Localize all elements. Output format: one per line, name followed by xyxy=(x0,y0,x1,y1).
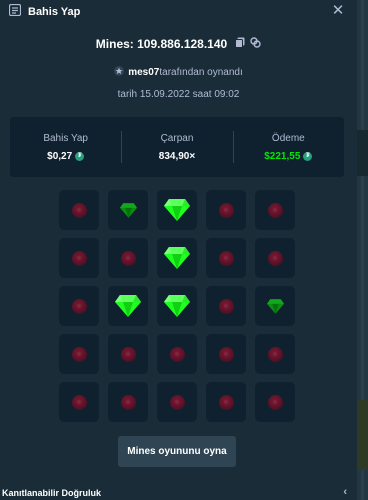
mine-icon xyxy=(71,202,87,218)
multiplier-stat: Çarpan 834,90× xyxy=(121,117,232,177)
bet-stats-panel: Bahis Yap $0,27 ₮ Çarpan 834,90× Ödeme $… xyxy=(10,117,344,177)
gem-icon xyxy=(266,298,284,314)
gem-icon xyxy=(115,295,141,317)
grid-tile xyxy=(59,238,99,278)
mine-icon xyxy=(169,394,185,410)
bet-details-modal: Bahis Yap ✕ Mines: 109.886.128.140 mes07… xyxy=(0,0,357,500)
grid-tile xyxy=(59,334,99,374)
mine-icon xyxy=(120,394,136,410)
mine-icon xyxy=(267,346,283,362)
gem-icon xyxy=(164,295,190,317)
grid-tile xyxy=(255,190,295,230)
multiplier-value: 834,90× xyxy=(158,150,196,162)
payout-label: Ödeme xyxy=(271,132,305,144)
star-icon xyxy=(114,65,125,79)
play-mines-button[interactable]: Mines oyununu oyna xyxy=(118,436,236,467)
grid-tile xyxy=(108,190,148,230)
mine-icon xyxy=(71,298,87,314)
grid-tile xyxy=(59,382,99,422)
grid-tile xyxy=(206,190,246,230)
mine-icon xyxy=(71,346,87,362)
grid-tile xyxy=(59,190,99,230)
mine-icon xyxy=(218,202,234,218)
bet-amount-value: $0,27 ₮ xyxy=(47,150,85,162)
grid-tile xyxy=(59,286,99,326)
provably-fair-label: Kanıtlanabilir Doğruluk xyxy=(2,488,102,498)
grid-tile xyxy=(157,286,197,326)
multiplier-label: Çarpan xyxy=(160,132,194,144)
played-by-text: tarafından oynandı xyxy=(159,66,243,78)
close-icon[interactable]: ✕ xyxy=(331,3,345,18)
grid-tile xyxy=(108,286,148,326)
grid-tile xyxy=(157,334,197,374)
grid-tile xyxy=(206,238,246,278)
grid-tile xyxy=(108,334,148,374)
grid-tile xyxy=(157,382,197,422)
payout-text: $221,55 xyxy=(264,150,301,162)
modal-title: Bahis Yap xyxy=(28,6,81,18)
grid-tile xyxy=(255,286,295,326)
played-by-line: mes07 tarafından oynandı xyxy=(0,64,357,80)
bet-slip-icon xyxy=(8,3,22,21)
gem-icon xyxy=(164,247,190,269)
mine-icon xyxy=(218,394,234,410)
mines-grid xyxy=(59,190,295,422)
grid-tile xyxy=(157,238,197,278)
chevron-left-icon[interactable]: ‹ xyxy=(343,486,347,498)
mine-icon xyxy=(267,394,283,410)
mine-icon xyxy=(267,202,283,218)
mine-icon xyxy=(218,298,234,314)
background-panel xyxy=(357,130,368,176)
payout-stat: Ödeme $221,55 ₮ xyxy=(232,117,344,177)
provably-fair-bar[interactable]: Kanıtlanabilir Doğruluk ‹ xyxy=(0,486,357,500)
date-text: tarih 15.09.2022 saat 09:02 xyxy=(117,88,240,100)
grid-tile xyxy=(255,238,295,278)
mine-icon xyxy=(71,250,87,266)
modal-header: Bahis Yap xyxy=(0,0,357,24)
grid-tile xyxy=(206,382,246,422)
copy-icon[interactable] xyxy=(235,37,245,51)
mine-icon xyxy=(120,250,136,266)
gem-icon xyxy=(119,202,137,218)
mine-icon xyxy=(71,394,87,410)
mine-icon xyxy=(218,346,234,362)
grid-tile xyxy=(108,382,148,422)
mine-icon xyxy=(169,346,185,362)
mine-icon xyxy=(120,346,136,362)
player-name[interactable]: mes07 xyxy=(128,67,159,78)
game-id-line: Mines: 109.886.128.140 xyxy=(0,35,357,53)
bet-amount-label: Bahis Yap xyxy=(43,132,88,144)
grid-tile xyxy=(255,334,295,374)
tether-icon: ₮ xyxy=(303,151,313,161)
grid-tile xyxy=(206,286,246,326)
gem-icon xyxy=(164,199,190,221)
grid-tile xyxy=(157,190,197,230)
mine-icon xyxy=(267,250,283,266)
grid-tile xyxy=(206,334,246,374)
link-icon[interactable] xyxy=(250,37,261,51)
bet-amount-stat: Bahis Yap $0,27 ₮ xyxy=(10,117,121,177)
game-id: Mines: 109.886.128.140 xyxy=(95,37,228,51)
payout-value: $221,55 ₮ xyxy=(264,150,313,162)
tether-icon: ₮ xyxy=(75,151,85,161)
mine-icon xyxy=(218,250,234,266)
background-panel xyxy=(357,400,368,470)
grid-tile xyxy=(108,238,148,278)
bet-amount-text: $0,27 xyxy=(47,150,73,162)
grid-tile xyxy=(255,382,295,422)
